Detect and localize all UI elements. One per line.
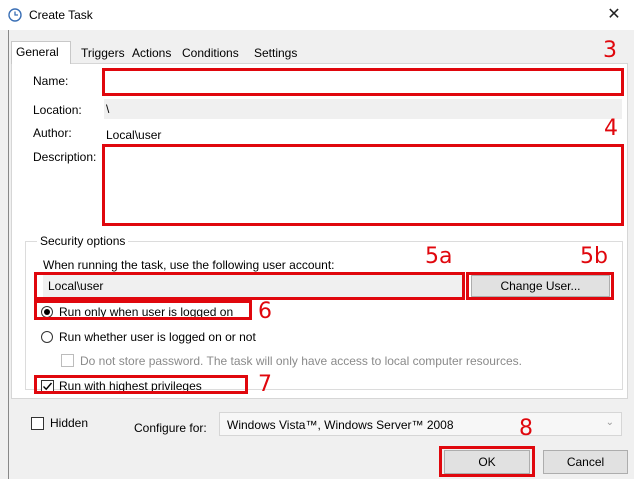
no-store-password-label: Do not store password. The task will onl… bbox=[80, 354, 522, 368]
chevron-down-icon: ⌄ bbox=[605, 417, 614, 428]
annotation-number-5b: 5b bbox=[580, 244, 608, 269]
location-value: \ bbox=[106, 102, 110, 116]
cancel-button[interactable]: Cancel bbox=[543, 450, 628, 474]
tab-conditions[interactable]: Conditions bbox=[178, 43, 243, 63]
hidden-label[interactable]: Hidden bbox=[50, 416, 88, 430]
cancel-label: Cancel bbox=[566, 455, 605, 469]
no-store-password-checkbox[interactable] bbox=[61, 354, 74, 367]
annotation-number-5a: 5a bbox=[425, 244, 453, 269]
annotation-box-3 bbox=[102, 68, 624, 96]
close-button[interactable]: ✕ bbox=[600, 4, 628, 26]
security-options-label: Security options bbox=[37, 234, 129, 248]
radio-whether-logged-on[interactable] bbox=[41, 331, 53, 343]
annotation-box-7 bbox=[34, 375, 248, 394]
tab-actions[interactable]: Actions bbox=[128, 43, 175, 63]
tab-settings[interactable]: Settings bbox=[250, 43, 301, 63]
title-bar bbox=[0, 0, 634, 30]
tab-general-label: General bbox=[16, 45, 59, 59]
configure-for-dropdown[interactable]: Windows Vista™, Windows Server™ 2008 ⌄ bbox=[219, 412, 622, 436]
window-title: Create Task bbox=[29, 8, 93, 22]
tab-settings-label: Settings bbox=[254, 46, 298, 60]
tab-conditions-label: Conditions bbox=[182, 46, 239, 60]
annotation-box-5a bbox=[34, 272, 465, 300]
configure-for-value: Windows Vista™, Windows Server™ 2008 bbox=[227, 418, 454, 432]
tab-triggers-label: Triggers bbox=[81, 46, 125, 60]
hidden-checkbox[interactable] bbox=[31, 417, 44, 430]
tab-triggers[interactable]: Triggers bbox=[77, 43, 129, 63]
annotation-number-8: 8 bbox=[519, 416, 533, 441]
annotation-box-4 bbox=[102, 144, 624, 226]
tab-general[interactable]: General bbox=[11, 41, 71, 64]
annotation-number-3: 3 bbox=[603, 38, 617, 63]
name-label: Name: bbox=[33, 74, 69, 88]
window-border bbox=[8, 30, 9, 479]
account-prompt: When running the task, use the following… bbox=[43, 258, 335, 272]
author-value: Local\user bbox=[106, 128, 162, 142]
location-field: \ bbox=[104, 99, 622, 119]
configure-for-label: Configure for: bbox=[134, 421, 207, 435]
location-label: Location: bbox=[33, 103, 82, 117]
annotation-box-8 bbox=[439, 446, 535, 477]
annotation-box-6 bbox=[34, 300, 252, 320]
radio-whether-label[interactable]: Run whether user is logged on or not bbox=[59, 330, 256, 344]
annotation-number-6: 6 bbox=[258, 299, 272, 324]
author-label: Author: bbox=[33, 126, 72, 140]
annotation-number-4: 4 bbox=[604, 116, 618, 141]
annotation-number-7: 7 bbox=[258, 372, 272, 397]
tab-actions-label: Actions bbox=[132, 46, 172, 60]
description-label: Description: bbox=[33, 150, 97, 164]
task-scheduler-icon bbox=[8, 8, 22, 22]
annotation-box-5b bbox=[466, 272, 614, 300]
